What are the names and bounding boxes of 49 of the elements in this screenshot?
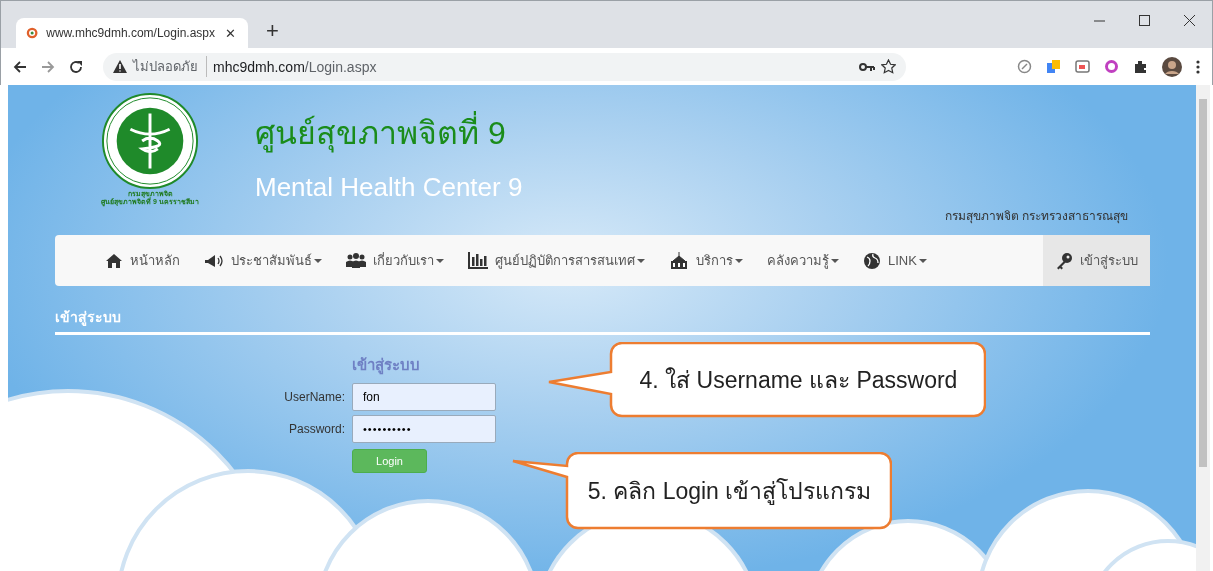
username-field[interactable]: fon: [352, 383, 496, 411]
nav-link[interactable]: LINK: [851, 235, 939, 286]
bar-chart-icon: [468, 252, 488, 269]
home-icon: [105, 252, 123, 269]
star-icon[interactable]: [881, 59, 896, 74]
site-subtitle: Mental Health Center 9: [255, 172, 523, 203]
globe-icon: [863, 251, 881, 270]
megaphone-icon: [204, 253, 224, 268]
menu-icon[interactable]: [1196, 59, 1200, 74]
profile-avatar-icon[interactable]: [1162, 56, 1182, 77]
nav-link[interactable]: เข้าสู่ระบบ: [1043, 235, 1150, 286]
back-arrow-icon[interactable]: [13, 59, 27, 74]
department-text: กรมสุขภาพจิต กระทรวงสาธารณสุข: [944, 208, 1128, 225]
key-icon[interactable]: [859, 61, 875, 72]
new-tab-button[interactable]: +: [260, 17, 285, 45]
close-icon[interactable]: [1184, 15, 1195, 26]
forward-arrow-icon[interactable]: [41, 59, 55, 74]
site-title: ศูนย์สุขภาพจิตที่ 9: [255, 107, 523, 158]
nav-link[interactable]: หน้าหลัก: [93, 235, 192, 286]
people-icon: [346, 253, 366, 268]
key-icon: [1055, 251, 1073, 270]
site-favicon-icon: [26, 25, 39, 41]
extension-icon[interactable]: [1075, 59, 1090, 74]
warning-icon: [113, 60, 127, 73]
address-bar[interactable]: ไม่ปลอดภัย mhc9dmh.com/Login.aspx: [103, 52, 906, 81]
security-label: ไม่ปลอดภัย: [133, 56, 207, 77]
nav-link[interactable]: ศูนย์ปฏิบัติการสารสนเทศ: [456, 235, 657, 286]
nav-link[interactable]: คลังความรู้: [755, 235, 851, 286]
maximize-icon[interactable]: [1139, 15, 1150, 26]
tab-close-button[interactable]: ✕: [223, 25, 238, 41]
url-text: mhc9dmh.com/Login.aspx: [213, 58, 377, 75]
nav-link[interactable]: บริการ: [657, 235, 755, 286]
puzzle-icon[interactable]: [1133, 59, 1148, 74]
browser-tab[interactable]: www.mhc9dmh.com/Login.aspx ✕: [16, 18, 248, 48]
section-heading: เข้าสู่ระบบ: [55, 306, 1150, 335]
field-label: UserName:: [283, 390, 345, 404]
password-field[interactable]: ••••••••••: [352, 415, 496, 443]
extension-icon[interactable]: [1046, 59, 1061, 74]
callout-text: 5. คลิก Login เข้าสู่โปรแกรม: [587, 477, 872, 507]
nav-link[interactable]: เกี่ยวกับเรา: [334, 235, 456, 286]
extension-icon[interactable]: [1017, 59, 1032, 74]
building-icon: [669, 251, 689, 270]
callout-text: 4. ใส่ Username และ Password: [639, 366, 958, 395]
reload-icon[interactable]: [69, 59, 83, 74]
login-title: เข้าสู่ระบบ: [352, 356, 420, 377]
nav-link[interactable]: ประชาสัมพันธ์: [192, 235, 334, 286]
extension-icon[interactable]: [1104, 59, 1119, 74]
field-label: Password:: [287, 422, 345, 436]
scrollbar[interactable]: [1196, 85, 1210, 571]
